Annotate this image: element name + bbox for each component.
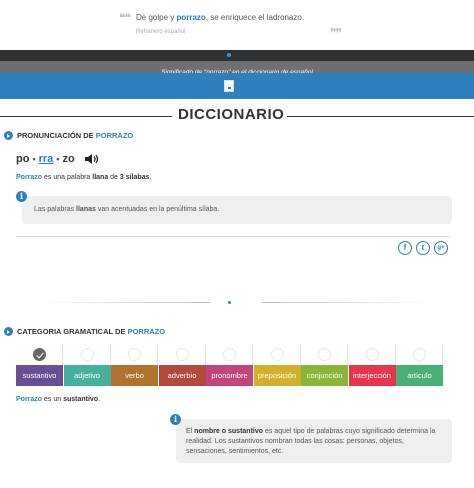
- slider-dot[interactable]: [227, 53, 231, 57]
- syllable: zo: [62, 153, 75, 165]
- check-icon: [318, 348, 331, 361]
- check-icon: [80, 348, 94, 361]
- category-check-area[interactable]: [206, 344, 253, 365]
- pronunciation-heading: PRONUNCIACIÓN DE PORRAZO: [4, 130, 204, 142]
- noun-info-text: El nombre o sustantivo es aquel tipo de …: [186, 428, 436, 455]
- check-icon: [413, 348, 426, 361]
- document-icon[interactable]: [224, 80, 234, 92]
- category-label[interactable]: conjunción: [301, 365, 348, 386]
- quote-text: De golpe y porrazo, se enriquece el ladr…: [136, 13, 305, 22]
- category-adjetivo[interactable]: adjetivo: [63, 344, 111, 386]
- info-icon: i: [16, 191, 27, 202]
- divider-line: [0, 116, 172, 117]
- category-verbo[interactable]: verbo: [111, 344, 158, 386]
- info-icon: i: [170, 414, 181, 425]
- slider-bar: [0, 50, 474, 61]
- category-check-area[interactable]: [64, 344, 111, 365]
- category-label[interactable]: preposición: [253, 365, 301, 386]
- open-quote-icon: ❝❝: [119, 11, 131, 25]
- divider-line: [287, 116, 474, 117]
- category-conjunción[interactable]: conjunción: [301, 344, 348, 386]
- category-check-area[interactable]: [396, 344, 443, 365]
- pronunciation-description: Porrazo es una palabra llana de 3 sílaba…: [16, 174, 152, 181]
- quote-source: Refranero español: [136, 29, 186, 35]
- category-selector: sustantivo adjetivo verbo adverbio pronombre…: [16, 344, 444, 386]
- category-check-area[interactable]: [159, 344, 206, 365]
- category-check-area[interactable]: [349, 344, 396, 365]
- category-label[interactable]: adjetivo: [63, 365, 111, 386]
- facebook-share-icon[interactable]: f: [398, 241, 412, 255]
- category-check-area[interactable]: [254, 344, 301, 365]
- category-adverbio[interactable]: adverbio: [158, 344, 206, 386]
- category-check-area[interactable]: [16, 344, 63, 365]
- category-artículo[interactable]: artículo: [396, 344, 443, 386]
- category-label[interactable]: pronombre: [206, 365, 253, 386]
- noun-info-box: El nombre o sustantivo es aquel tipo de …: [176, 419, 452, 463]
- syllable: po: [16, 153, 30, 165]
- subtitle-bar: Significado de "porrazo" en el diccionar…: [0, 61, 474, 76]
- section-arrow-icon: [4, 131, 13, 140]
- category-label[interactable]: adverbio: [158, 365, 206, 386]
- check-icon: [33, 348, 46, 361]
- googleplus-share-icon[interactable]: g+: [434, 241, 448, 255]
- check-icon: [128, 348, 141, 361]
- section-divider: [40, 302, 432, 303]
- quote-word[interactable]: porrazo: [176, 13, 205, 22]
- check-icon: [365, 348, 379, 361]
- check-icon: [175, 348, 189, 361]
- category-check-area[interactable]: [111, 344, 158, 365]
- dictionary-heading: DICCIONARIO: [0, 106, 474, 126]
- dictionary-title: DICCIONARIO: [178, 106, 285, 123]
- grammar-description: Porrazo es un sustantivo.: [16, 396, 101, 403]
- category-check-area[interactable]: [301, 344, 348, 365]
- stress-info-text: Las palabras llanas van acentuadas en la…: [34, 206, 220, 213]
- divider-line: [16, 236, 450, 237]
- category-preposición[interactable]: preposición: [253, 344, 301, 386]
- category-label[interactable]: interjección: [348, 365, 396, 386]
- check-icon: [270, 348, 284, 361]
- section-arrow-icon: [4, 327, 13, 336]
- category-pronombre[interactable]: pronombre: [206, 344, 253, 386]
- speaker-icon[interactable]: [84, 153, 100, 165]
- close-quote-icon: ❞❞: [330, 26, 342, 40]
- banner-bar: [0, 73, 474, 99]
- grammar-heading: CATEGORIA GRAMATICAL DE PORRAZO: [4, 326, 224, 338]
- category-label[interactable]: sustantivo: [16, 365, 63, 386]
- category-label[interactable]: artículo: [396, 365, 443, 386]
- pager-dot[interactable]: [228, 301, 231, 304]
- category-sustantivo[interactable]: sustantivo: [16, 344, 63, 386]
- syllable-breakdown: po • rra • zo: [16, 153, 75, 165]
- check-icon: [223, 348, 236, 361]
- quote-block: ❝❝ De golpe y porrazo, se enriquece el l…: [0, 0, 474, 50]
- stress-info-box: Las palabras llanas van acentuadas en la…: [22, 196, 452, 224]
- category-label[interactable]: verbo: [111, 365, 158, 386]
- category-interjección[interactable]: interjección: [348, 344, 396, 386]
- stressed-syllable[interactable]: rra: [39, 153, 54, 165]
- twitter-share-icon[interactable]: t: [416, 241, 430, 255]
